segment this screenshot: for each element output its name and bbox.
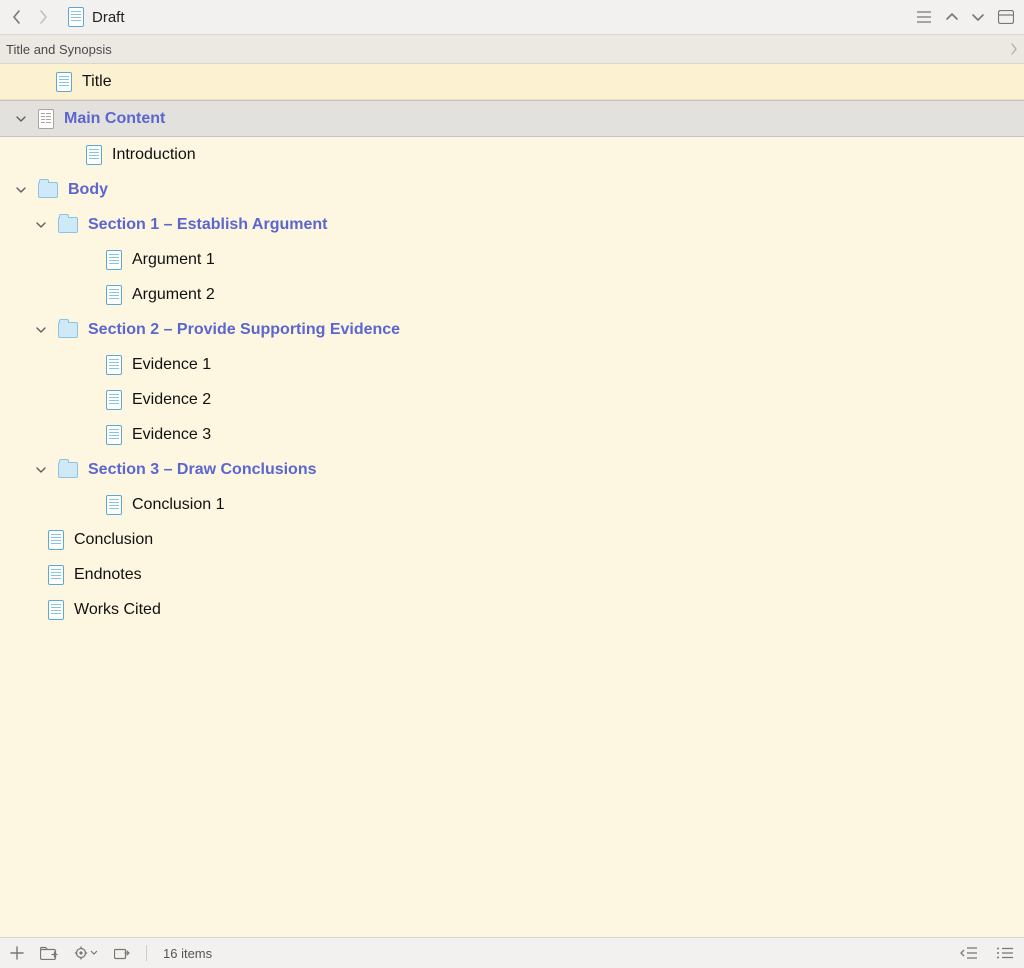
folder-icon-wrap [58, 322, 78, 338]
folder-icon-wrap [58, 462, 78, 478]
outline-row-label: Body [68, 181, 108, 199]
folder-icon [58, 217, 78, 233]
footer-right-group [960, 946, 1014, 960]
footer-divider [146, 945, 147, 961]
doc-icon-wrap [48, 600, 64, 620]
outline-row[interactable]: Argument 2 [0, 277, 1024, 312]
document-title: Draft [92, 9, 125, 26]
doc-icon-wrap [48, 530, 64, 550]
outline-row-label: Argument 2 [132, 286, 215, 304]
list-icon[interactable] [996, 946, 1014, 960]
outline-row[interactable]: Section 1 – Establish Argument [0, 207, 1024, 242]
doc-icon-wrap [106, 425, 122, 445]
outline-row-label: Evidence 2 [132, 391, 211, 409]
document-icon [48, 565, 64, 585]
disclosure-triangle-icon[interactable] [16, 114, 28, 124]
document-breadcrumb[interactable]: Draft [68, 7, 125, 27]
outline-row-label: Evidence 3 [132, 426, 211, 444]
document-icon [106, 390, 122, 410]
move-down-button[interactable] [972, 10, 984, 24]
document-icon [56, 72, 72, 92]
document-icon [106, 285, 122, 305]
outline-row[interactable]: Title [0, 64, 1024, 100]
outline-row[interactable]: Argument 1 [0, 242, 1024, 277]
outline-row[interactable]: Section 3 – Draw Conclusions [0, 452, 1024, 487]
add-folder-button[interactable] [40, 946, 58, 960]
outline-row-label: Conclusion 1 [132, 496, 225, 514]
outline-row[interactable]: Works Cited [0, 592, 1024, 627]
outline-row[interactable]: Evidence 3 [0, 417, 1024, 452]
outline-row-label: Introduction [112, 146, 196, 164]
outline-row[interactable]: Main Content [0, 100, 1024, 137]
document-icon [86, 145, 102, 165]
doc-icon-wrap [56, 72, 72, 92]
disclosure-triangle-icon[interactable] [36, 220, 48, 230]
forward-button[interactable] [36, 10, 50, 24]
toolbar-right-group [916, 10, 1014, 24]
document-icon [106, 425, 122, 445]
document-icon [68, 7, 84, 27]
outline-row-label: Section 2 – Provide Supporting Evidence [88, 321, 400, 339]
doc-icon-wrap [106, 390, 122, 410]
folder-icon-wrap [58, 217, 78, 233]
app-window: Draft Title and Synopsis Title Main Conte… [0, 0, 1024, 968]
outline-row[interactable]: Section 2 – Provide Supporting Evidence [0, 312, 1024, 347]
add-button[interactable] [10, 946, 24, 960]
folder-icon [38, 182, 58, 198]
outline-row[interactable]: Conclusion 1 [0, 487, 1024, 522]
outline-row[interactable]: Introduction [0, 137, 1024, 172]
outline-row[interactable]: Conclusion [0, 522, 1024, 557]
folder-icon [58, 322, 78, 338]
document-icon [106, 355, 122, 375]
column-header-label: Title and Synopsis [6, 42, 112, 57]
outline-view[interactable]: Title Main Content IntroductionBody Section… [0, 64, 1024, 937]
share-icon[interactable] [114, 946, 130, 960]
doc-icon-wrap [106, 355, 122, 375]
move-up-button[interactable] [946, 10, 958, 24]
document-icon [106, 250, 122, 270]
outdent-icon[interactable] [960, 946, 978, 960]
top-toolbar: Draft [0, 0, 1024, 35]
menu-lines-icon[interactable] [916, 10, 932, 24]
item-count-label: 16 items [163, 946, 212, 961]
document-icon [106, 495, 122, 515]
doc-icon-wrap [106, 285, 122, 305]
doc-icon-wrap [106, 495, 122, 515]
doc-icon-wrap [86, 145, 102, 165]
outline-row[interactable]: Body [0, 172, 1024, 207]
outline-row-label: Works Cited [74, 601, 161, 619]
column-header-bar: Title and Synopsis [0, 35, 1024, 64]
outline-row-label: Title [82, 73, 112, 91]
action-gear-menu[interactable] [74, 946, 98, 960]
outline-row-label: Argument 1 [132, 251, 215, 269]
folder-icon-wrap [38, 182, 58, 198]
back-button[interactable] [10, 10, 24, 24]
index-document-icon [38, 109, 54, 129]
header-expand-icon[interactable] [1010, 43, 1018, 55]
outline-row-label: Section 3 – Draw Conclusions [88, 461, 317, 479]
outline-row-label: Section 1 – Establish Argument [88, 216, 327, 234]
outline-row-label: Endnotes [74, 566, 142, 584]
layout-toggle-icon[interactable] [998, 10, 1014, 24]
outline-row-label: Evidence 1 [132, 356, 211, 374]
disclosure-triangle-icon[interactable] [36, 465, 48, 475]
index-icon-wrap [38, 109, 54, 129]
folder-icon [58, 462, 78, 478]
disclosure-triangle-icon[interactable] [16, 185, 28, 195]
outline-row-label: Main Content [64, 110, 165, 128]
document-icon [48, 530, 64, 550]
disclosure-triangle-icon[interactable] [36, 325, 48, 335]
outline-row[interactable]: Endnotes [0, 557, 1024, 592]
document-icon [48, 600, 64, 620]
doc-icon-wrap [48, 565, 64, 585]
outline-row-label: Conclusion [74, 531, 153, 549]
outline-row[interactable]: Evidence 1 [0, 347, 1024, 382]
doc-icon-wrap [106, 250, 122, 270]
footer-bar: 16 items [0, 937, 1024, 968]
outline-row[interactable]: Evidence 2 [0, 382, 1024, 417]
